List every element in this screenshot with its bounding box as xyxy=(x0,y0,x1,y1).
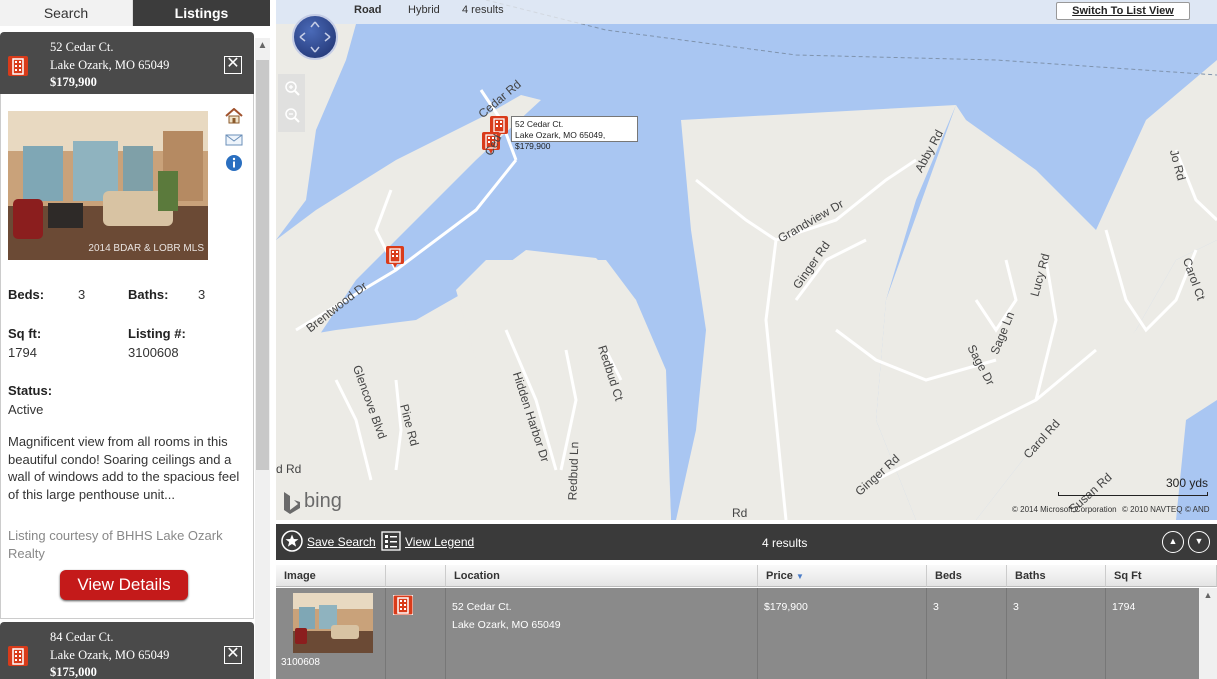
map-pin-icon[interactable] xyxy=(386,246,404,268)
pan-arrows-icon xyxy=(299,21,331,53)
price-header-label: Price xyxy=(766,570,793,582)
row-listing-number: 3100608 xyxy=(281,657,320,668)
listing-card-body: 2014 BDAR & LOBR MLS Beds: 3 Baths: 3 Sq… xyxy=(0,94,254,619)
status-label: Status: xyxy=(8,383,53,398)
tab-hybrid[interactable]: Hybrid xyxy=(408,4,440,16)
scroll-up-icon[interactable]: ▲ xyxy=(1199,590,1217,600)
tab-search[interactable]: Search xyxy=(0,0,133,26)
column-header-price[interactable]: Price ▼ xyxy=(758,565,927,587)
listing-address-line1: 52 Cedar Ct. xyxy=(50,40,114,54)
sort-desc-icon: ▼ xyxy=(795,572,804,581)
map-top-bar: Road Hybrid 4 results Switch To List Vie… xyxy=(276,0,1217,24)
listing-price: $175,000 xyxy=(50,665,97,679)
star-icon[interactable] xyxy=(281,530,303,552)
column-header-image: Image xyxy=(276,565,386,587)
results-count: 4 results xyxy=(762,536,808,550)
column-header-icon xyxy=(386,565,446,587)
zoom-icons xyxy=(285,81,300,123)
tab-listings[interactable]: Listings xyxy=(133,0,270,26)
tooltip-line1: 52 Cedar Ct. xyxy=(515,119,564,129)
row-thumbnail[interactable] xyxy=(293,593,373,653)
sqft-value: 1794 xyxy=(8,345,37,360)
map-scale-label: 300 yds xyxy=(1166,476,1209,490)
info-icon[interactable] xyxy=(225,154,243,172)
row-image-cell: 3100608 xyxy=(276,588,386,679)
sidebar: Search Listings 52 Cedar Ct. Lake Ozark,… xyxy=(0,0,270,679)
app: Search Listings 52 Cedar Ct. Lake Ozark,… xyxy=(0,0,1217,679)
tooltip-line2: Lake Ozark, MO 65049, $179,900 xyxy=(515,130,606,151)
switch-to-list-view-button[interactable]: Switch To List View xyxy=(1056,2,1190,20)
tab-road[interactable]: Road xyxy=(354,4,382,16)
row-beds: 3 xyxy=(927,588,1007,679)
listing-number-value: 3100608 xyxy=(128,345,179,360)
row-street: 52 Cedar Ct. xyxy=(452,601,512,613)
email-icon[interactable] xyxy=(225,134,243,146)
row-icon-cell xyxy=(386,588,446,679)
results-toolbar: Save Search View Legend 4 results ▲ ▼ xyxy=(276,524,1217,560)
save-search-link[interactable]: Save Search xyxy=(307,535,376,549)
column-header-beds[interactable]: Beds xyxy=(927,565,1007,587)
copyright-text: © AND xyxy=(1185,505,1210,514)
column-header-location[interactable]: Location xyxy=(446,565,758,587)
listing-list: 52 Cedar Ct. Lake Ozark, MO 65049 $179,9… xyxy=(0,32,254,679)
status-value: Active xyxy=(8,402,44,417)
listing-address-line2: Lake Ozark, MO 65049 xyxy=(50,648,170,662)
results-table: Image Location Price ▼ Beds Baths Sq Ft … xyxy=(276,565,1217,679)
listing-number-label: Listing #: xyxy=(128,326,186,341)
building-icon xyxy=(8,56,28,76)
scroll-thumb[interactable] xyxy=(256,60,269,470)
listing-card-header[interactable]: 84 Cedar Ct. Lake Ozark, MO 65049 $175,0… xyxy=(0,622,254,679)
map-pin-tooltip: 52 Cedar Ct. Lake Ozark, MO 65049, $179,… xyxy=(511,116,638,151)
close-icon[interactable]: ✕ xyxy=(224,646,242,664)
table-row[interactable]: 3100608 52 Cedar Ct. Lake Ozark, MO 6504… xyxy=(276,588,1199,679)
map-results-count: 4 results xyxy=(462,4,504,16)
street-label: Rd xyxy=(732,506,748,520)
beds-value: 3 xyxy=(78,287,86,302)
zoom-controls xyxy=(278,74,305,132)
row-baths: 3 xyxy=(1007,588,1106,679)
listing-price: $179,900 xyxy=(50,75,97,89)
expand-up-icon[interactable]: ▲ xyxy=(1162,531,1184,553)
row-price: $179,900 xyxy=(758,588,927,679)
listing-description: Magnificent view from all rooms in this … xyxy=(8,434,240,502)
row-location-cell: 52 Cedar Ct. Lake Ozark, MO 65049 xyxy=(446,588,758,679)
sidebar-scrollbar[interactable]: ▲ xyxy=(255,38,270,679)
collapse-down-icon[interactable]: ▼ xyxy=(1188,531,1210,553)
home-icon[interactable] xyxy=(225,108,243,124)
listing-card-header[interactable]: 52 Cedar Ct. Lake Ozark, MO 65049 $179,9… xyxy=(0,32,254,94)
table-scrollbar[interactable]: ▲ xyxy=(1199,588,1217,679)
row-city: Lake Ozark, MO 65049 xyxy=(452,619,561,631)
row-sqft: 1794 xyxy=(1112,601,1136,613)
copyright-text: © 2010 NAVTEQ xyxy=(1122,505,1183,514)
copyright-text: © 2014 Microsoft Corporation xyxy=(1012,505,1117,514)
building-icon xyxy=(393,595,413,615)
view-details-button[interactable]: View Details xyxy=(60,570,188,600)
listing-courtesy: Listing courtesy of BHHS Lake Ozark Real… xyxy=(8,528,223,561)
photo-caption: 2014 BDAR & LOBR MLS xyxy=(88,243,204,254)
scroll-up-icon[interactable]: ▲ xyxy=(255,38,270,54)
column-header-sqft[interactable]: Sq Ft xyxy=(1106,565,1217,587)
bing-logo: bing xyxy=(304,490,342,512)
beds-label: Beds: xyxy=(8,287,45,302)
close-icon[interactable]: ✕ xyxy=(224,56,242,74)
building-icon xyxy=(8,646,28,666)
baths-label: Baths: xyxy=(128,287,169,302)
listing-address-line2: Lake Ozark, MO 65049 xyxy=(50,58,170,72)
baths-value: 3 xyxy=(198,287,206,302)
map-pan-control[interactable] xyxy=(292,14,338,60)
view-legend-link[interactable]: View Legend xyxy=(405,535,474,549)
street-label: Redbud Ln xyxy=(565,441,582,501)
sqft-label: Sq ft: xyxy=(8,326,42,341)
street-label: d Rd xyxy=(276,462,302,476)
listing-photo[interactable]: 2014 BDAR & LOBR MLS xyxy=(8,111,208,260)
map-scale-bar xyxy=(1058,492,1208,496)
listing-address-line1: 84 Cedar Ct. xyxy=(50,630,114,644)
map[interactable]: Road Hybrid 4 results Switch To List Vie… xyxy=(276,0,1217,520)
legend-icon[interactable] xyxy=(380,530,402,552)
listing-photo-image xyxy=(8,111,208,260)
sidebar-tabs: Search Listings xyxy=(0,0,270,26)
column-header-baths[interactable]: Baths xyxy=(1007,565,1106,587)
